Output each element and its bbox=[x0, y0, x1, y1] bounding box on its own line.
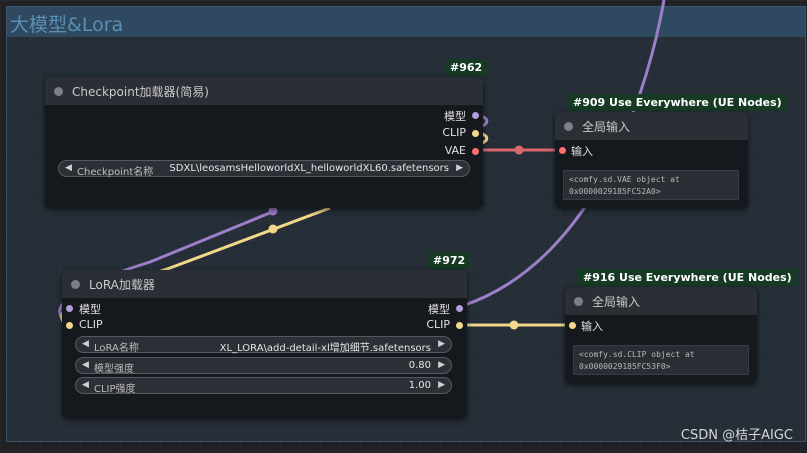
model-strength-number[interactable]: ◀ 模型强度 0.80 ▶ bbox=[75, 357, 452, 375]
output-model-label: 模型 bbox=[444, 110, 466, 123]
input-model-socket[interactable] bbox=[66, 305, 73, 312]
node-id-badge: #909 Use Everywhere (UE Nodes) bbox=[568, 94, 787, 111]
collapse-dot-icon[interactable] bbox=[564, 122, 573, 131]
output-vae-label: VAE bbox=[444, 144, 466, 157]
clip-global-input-node[interactable]: 全局输入 输入 <comfy.sd.CLIP object at 0x00000… bbox=[565, 287, 757, 383]
arrow-right-icon[interactable]: ▶ bbox=[438, 339, 445, 349]
object-line-2: 0x0000029185FC53F0> bbox=[579, 362, 671, 371]
node-title: 全局输入 bbox=[592, 295, 641, 309]
clip-strength-number[interactable]: ◀ CLIP强度 1.00 ▶ bbox=[75, 377, 452, 395]
arrow-right-icon[interactable]: ▶ bbox=[438, 380, 445, 390]
node-id-badge: #916 Use Everywhere (UE Nodes) bbox=[578, 269, 797, 286]
arrow-left-icon[interactable]: ◀ bbox=[65, 163, 72, 173]
clip-wire-reroute[interactable] bbox=[268, 224, 278, 234]
output-clip-label: CLIP bbox=[426, 318, 450, 331]
output-model-socket[interactable] bbox=[456, 305, 463, 312]
node-id-badge: #962 bbox=[445, 59, 488, 76]
input-socket[interactable] bbox=[569, 322, 576, 329]
collapse-dot-icon[interactable] bbox=[54, 87, 63, 96]
output-clip-socket[interactable] bbox=[472, 130, 479, 137]
node-header[interactable]: 全局输入 bbox=[565, 287, 757, 315]
widget-label: LoRA名称 bbox=[94, 343, 139, 354]
widget-value: 1.00 bbox=[408, 380, 431, 391]
arrow-left-icon[interactable]: ◀ bbox=[82, 360, 89, 370]
input-clip-socket[interactable] bbox=[66, 322, 73, 329]
arrow-right-icon[interactable]: ▶ bbox=[438, 360, 445, 370]
checkpoint-loader-node[interactable]: Checkpoint加载器(简易) 模型 CLIP VAE ◀ Checkpoi… bbox=[45, 77, 483, 208]
arrow-left-icon[interactable]: ◀ bbox=[82, 339, 89, 349]
node-header[interactable]: LoRA加载器 bbox=[62, 270, 467, 298]
object-display: <comfy.sd.CLIP object at 0x0000029185FC5… bbox=[573, 345, 749, 375]
output-clip-socket[interactable] bbox=[456, 322, 463, 329]
input-label: 输入 bbox=[571, 145, 593, 158]
node-header[interactable]: Checkpoint加载器(简易) bbox=[45, 77, 483, 105]
widget-value: XL_LORA\add-detail-xl增加细节.safetensors bbox=[219, 343, 431, 354]
vae-wire-reroute[interactable] bbox=[514, 145, 524, 155]
input-socket[interactable] bbox=[559, 147, 566, 154]
output-model-label: 模型 bbox=[428, 303, 450, 316]
input-model-label: 模型 bbox=[79, 303, 101, 316]
object-line-1: <comfy.sd.VAE object at bbox=[569, 175, 680, 184]
widget-label: 模型强度 bbox=[94, 364, 134, 375]
widget-label: CLIP强度 bbox=[94, 384, 136, 395]
clip-wire-reroute[interactable] bbox=[509, 320, 519, 330]
widget-value: 0.80 bbox=[408, 360, 431, 371]
node-title: 全局输入 bbox=[582, 120, 631, 134]
node-title: LoRA加载器 bbox=[89, 278, 155, 292]
arrow-left-icon[interactable]: ◀ bbox=[82, 380, 89, 390]
arrow-right-icon[interactable]: ▶ bbox=[456, 163, 463, 173]
lora-name-combo[interactable]: ◀ LoRA名称 XL_LORA\add-detail-xl增加细节.safet… bbox=[75, 336, 452, 354]
output-vae-socket[interactable] bbox=[472, 148, 479, 155]
checkpoint-name-combo[interactable]: ◀ Checkpoint名称 SDXL\leosamsHelloworldXL_… bbox=[58, 160, 470, 178]
object-line-2: 0x0000029185FC52A0> bbox=[569, 187, 661, 196]
object-line-1: <comfy.sd.CLIP object at bbox=[579, 350, 695, 359]
node-title: Checkpoint加载器(简易) bbox=[72, 85, 209, 99]
output-clip-label: CLIP bbox=[442, 126, 466, 139]
lora-loader-node[interactable]: LoRA加载器 模型 CLIP 模型 CLIP ◀ LoRA名称 XL_LORA… bbox=[62, 270, 467, 418]
collapse-dot-icon[interactable] bbox=[71, 280, 80, 289]
collapse-dot-icon[interactable] bbox=[574, 297, 583, 306]
input-clip-label: CLIP bbox=[79, 318, 103, 331]
vae-global-input-node[interactable]: 全局输入 输入 <comfy.sd.VAE object at 0x000002… bbox=[555, 112, 748, 208]
widget-label: Checkpoint名称 bbox=[77, 167, 154, 178]
node-header[interactable]: 全局输入 bbox=[555, 112, 748, 140]
watermark: CSDN @桔子AIGC bbox=[680, 428, 793, 443]
widget-value: SDXL\leosamsHelloworldXL_helloworldXL60.… bbox=[169, 163, 449, 174]
node-id-badge: #972 bbox=[428, 252, 471, 269]
output-model-socket[interactable] bbox=[472, 112, 479, 119]
object-display: <comfy.sd.VAE object at 0x0000029185FC52… bbox=[563, 170, 739, 200]
input-label: 输入 bbox=[581, 320, 603, 333]
